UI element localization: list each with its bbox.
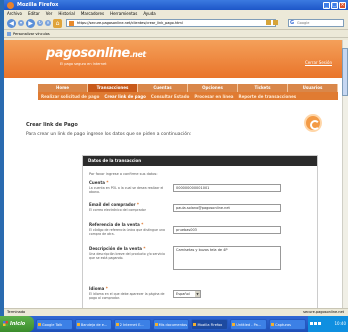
clock[interactable]: 10:40 xyxy=(334,321,346,326)
menu-ver[interactable]: Ver xyxy=(46,11,53,16)
reload-button[interactable]: ↻ xyxy=(37,20,43,26)
tab-tickets[interactable]: Tickets xyxy=(238,84,288,92)
tab-usuarios[interactable]: Usuarios xyxy=(288,84,338,92)
search-placeholder: Google xyxy=(297,21,310,25)
field-label: Email del comprador xyxy=(89,202,136,207)
menu-bar: Archivo Editar Ver Historial Marcadores … xyxy=(4,10,348,17)
task-bandeja[interactable]: Bandeja de e... xyxy=(74,318,112,330)
tab-opciones[interactable]: Opciones xyxy=(188,84,238,92)
address-bar[interactable]: https://secure.pagosonline.net/clientes/… xyxy=(66,19,276,27)
field-label: Idioma xyxy=(89,286,105,291)
site-logo[interactable]: pagosonline.net xyxy=(46,46,146,61)
language-select[interactable]: Español ▼ xyxy=(173,290,201,298)
status-domain: secure.pagosonline.net xyxy=(303,310,344,314)
tray-network-icon[interactable] xyxy=(310,322,314,325)
minimize-button[interactable]: _ xyxy=(323,1,330,9)
address-text: https://secure.pagosonline.net/clientes/… xyxy=(77,21,183,25)
windows-taskbar: Inicio Google Talk Bandeja de e... 2 Int… xyxy=(0,316,348,332)
field-referencia: Referencia de la venta * El código de re… xyxy=(89,222,313,236)
tab-home[interactable]: Home xyxy=(38,84,88,92)
subtab-crear-link[interactable]: Crear link de pago xyxy=(104,94,145,99)
bookmark-folder-icon xyxy=(7,31,11,36)
field-help: El correo electrónico del comprador xyxy=(89,208,146,212)
tray-security-icon[interactable] xyxy=(318,322,322,325)
back-button[interactable]: ◀ xyxy=(7,18,16,28)
tab-transacciones[interactable]: Transacciones xyxy=(88,84,138,92)
subtab-reporte-transacciones[interactable]: Reporte de transacciones xyxy=(238,94,296,99)
start-button[interactable]: Inicio xyxy=(0,316,34,332)
field-descripcion: Descripción de la venta * Una descripció… xyxy=(89,246,313,270)
forward-button[interactable]: ▶ xyxy=(26,18,35,28)
tab-cuentas[interactable]: Cuentas xyxy=(138,84,188,92)
status-bar: Terminado secure.pagosonline.net xyxy=(4,308,348,316)
system-tray: 10:40 xyxy=(308,316,348,332)
task-untitled-paint[interactable]: Untitled - Pa... xyxy=(230,318,268,330)
menu-marcadores[interactable]: Marcadores xyxy=(81,11,104,16)
field-cuenta: Cuenta * La cuenta en POL a la cual se d… xyxy=(89,180,313,194)
task-mis-documentos[interactable]: Mis documentos xyxy=(152,318,190,330)
account-input[interactable]: 000000000001001 xyxy=(173,184,281,192)
field-help: Una descripción breve del producto y/o s… xyxy=(89,252,165,260)
page-title: Crear link de Pago xyxy=(26,122,78,128)
transaction-form: Datos de la transaccion Por favor ingres… xyxy=(82,155,318,308)
chevron-down-icon: ▼ xyxy=(195,291,200,297)
browser-window: Mozilla Firefox _ □ × Archivo Editar Ver… xyxy=(4,0,348,316)
subtab-consultar-estado[interactable]: Consultar Estado xyxy=(151,94,189,99)
subtab-procesar-linea[interactable]: Procesar en línea xyxy=(194,94,233,99)
field-help: La cuenta en POL a la cual se desea real… xyxy=(89,186,164,194)
task-mozilla-firefox[interactable]: Mozilla Firefox xyxy=(191,318,229,330)
close-session-link[interactable]: Cerrar Sesión xyxy=(305,60,332,65)
firefox-icon xyxy=(7,1,14,9)
tray-volume-icon[interactable] xyxy=(314,322,318,325)
field-help: El código de referencia único que distin… xyxy=(89,228,166,236)
search-input[interactable]: G Google xyxy=(288,19,344,27)
language-value: Español xyxy=(176,292,190,296)
menu-editar[interactable]: Editar xyxy=(28,11,40,16)
subtab-realizar-solicitud[interactable]: Realizar solicitud de pago xyxy=(41,94,99,99)
page-viewport: pagosonline.net El pago seguro en Intern… xyxy=(4,40,348,308)
status-text: Terminado xyxy=(7,310,26,314)
field-label: Referencia de la venta xyxy=(89,222,140,227)
secure-lock-icon[interactable] xyxy=(266,20,271,25)
field-label: Cuenta xyxy=(89,180,105,185)
maximize-button[interactable]: □ xyxy=(331,1,338,9)
page-description: Para crear un link de pago ingrese los d… xyxy=(26,132,192,137)
menu-ayuda[interactable]: Ayuda xyxy=(143,11,155,16)
bookmark-star-icon[interactable] xyxy=(273,20,278,25)
field-idioma: Idioma * El idioma en el que debe aparec… xyxy=(89,286,313,300)
site-favicon-icon xyxy=(69,21,74,26)
field-email: Email del comprador * El correo electrón… xyxy=(89,202,313,212)
reference-input[interactable]: pruebas003 xyxy=(173,226,281,234)
menu-archivo[interactable]: Archivo xyxy=(7,11,22,16)
logo-main-text: pagosonline xyxy=(46,46,130,61)
main-navigation: Home Transacciones Cuentas Opciones Tick… xyxy=(38,84,338,92)
logo-suffix-text: .net xyxy=(129,50,146,59)
field-help: El idioma en el que debe aparecer la pág… xyxy=(89,292,165,300)
close-button[interactable]: × xyxy=(339,1,346,9)
bookmarks-toolbar: Personalizar vínculos xyxy=(4,30,348,38)
scrollbar-thumb[interactable] xyxy=(342,48,348,96)
form-intro: Por favor ingrese o confirme sus datos: xyxy=(89,172,158,176)
menu-herramientas[interactable]: Herramientas xyxy=(110,11,137,16)
refresh-icon[interactable] xyxy=(304,114,322,132)
form-header: Datos de la transaccion xyxy=(83,156,317,166)
bookmark-personalizar[interactable]: Personalizar vínculos xyxy=(13,32,50,36)
task-internet-explorer[interactable]: 2 Internet E... xyxy=(113,318,151,330)
window-titlebar: Mozilla Firefox _ □ × xyxy=(4,0,348,10)
stop-button[interactable]: ✕ xyxy=(45,20,51,26)
task-capturas[interactable]: Capturas xyxy=(269,318,307,330)
window-title: Mozilla Firefox xyxy=(17,2,59,8)
field-label: Descripción de la venta xyxy=(89,246,142,251)
task-google-talk[interactable]: Google Talk xyxy=(36,318,73,330)
google-search-icon: G xyxy=(290,20,295,26)
home-button[interactable]: ⌂ xyxy=(53,18,62,28)
site-tagline: El pago seguro en Internet xyxy=(60,62,107,66)
site-header: pagosonline.net El pago seguro en Intern… xyxy=(4,40,348,78)
history-dropdown-icon[interactable]: ▾ xyxy=(18,20,24,26)
menu-historial[interactable]: Historial xyxy=(58,11,75,16)
description-textarea[interactable]: Camisetas y buzos tela de 4P xyxy=(173,246,281,270)
email-input[interactable]: paula.solano@pagosonline.net xyxy=(173,204,281,212)
sub-navigation: Realizar solicitud de pago Crear link de… xyxy=(38,92,338,100)
